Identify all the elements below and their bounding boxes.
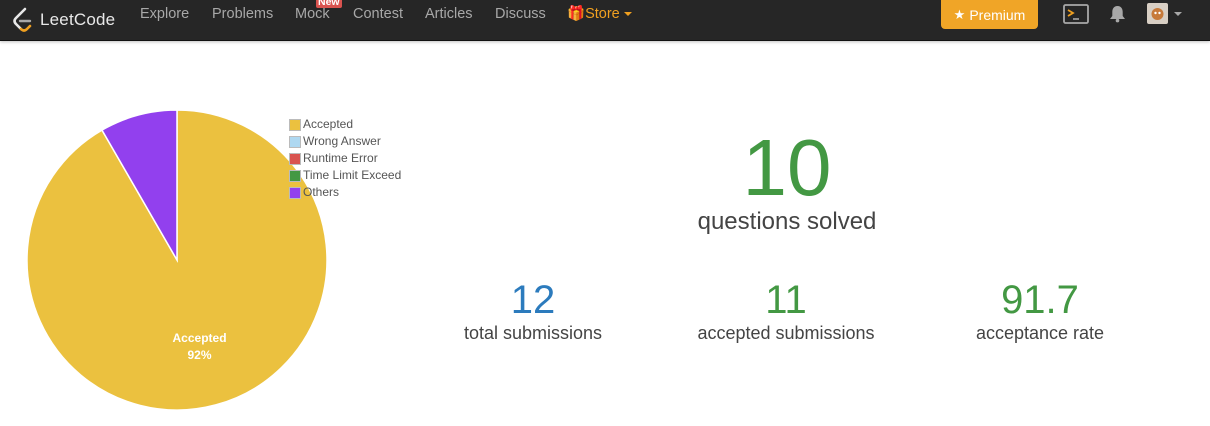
avatar[interactable] [1147,3,1168,24]
total-submissions-count: 12 [510,278,556,322]
nav-mock[interactable]: Mock New [295,0,342,30]
acceptance-rate-value: 91.7 [1001,278,1079,322]
legend-swatch [289,152,301,165]
chevron-down-icon [623,12,632,17]
nav-explore[interactable]: Explore [140,0,189,30]
legend-label: Wrong Answer [303,134,381,148]
questions-solved-count: 10 [742,123,832,212]
legend-item-runtime-error[interactable]: Runtime Error [289,150,401,167]
legend-label: Runtime Error [303,151,378,165]
nav-problems[interactable]: Problems [212,0,273,30]
top-navbar: LeetCode Explore Problems Mock New Conte… [0,0,1210,41]
nav-discuss[interactable]: Discuss [495,0,546,30]
legend-item-wrong-answer[interactable]: Wrong Answer [289,133,401,150]
accepted-submissions-count: 11 [765,278,807,322]
chevron-down-icon[interactable] [1174,12,1182,16]
accepted-submissions-stat: 11 accepted submissions [676,278,896,344]
legend-swatch [289,169,301,182]
acceptance-rate-stat: 91.7 acceptance rate [940,278,1140,344]
logo-text: LeetCode [40,10,116,29]
legend-label: Accepted [303,117,354,131]
premium-button[interactable]: ★ Premium [941,0,1038,29]
gift-icon: 🎁 [567,6,586,22]
questions-solved-label: questions solved [697,208,877,235]
star-icon: ★ [953,6,966,22]
legend-item-time-limit[interactable]: Time Limit Exceed [289,167,401,184]
nav-contest[interactable]: Contest [353,0,403,30]
leetcode-logo[interactable]: LeetCode [12,0,115,40]
bell-icon[interactable] [1109,5,1126,23]
nav-articles[interactable]: Articles [425,0,473,30]
new-badge: New [316,0,342,8]
total-submissions-stat: 12 total submissions [433,278,633,344]
legend-item-others[interactable]: Others [289,184,401,201]
legend-swatch [289,118,301,131]
chart-legend: Accepted Wrong Answer Runtime Error Time… [289,116,401,201]
nav-mock-label: Mock [295,6,330,22]
accepted-submissions-label: accepted submissions [697,323,875,343]
legend-swatch [289,135,301,148]
legend-label: Time Limit Exceed [303,168,402,182]
total-submissions-label: total submissions [463,323,603,343]
avatar-image [1151,8,1164,20]
pie-label-name: Accepted [173,331,227,345]
nav-store-label: Store [585,6,620,22]
legend-item-accepted[interactable]: Accepted [289,116,401,133]
acceptance-rate-label: acceptance rate [975,323,1105,343]
questions-solved-stat: 10 questions solved [667,128,907,236]
pie-label-percent: 92% [188,348,212,362]
leetcode-logo-icon [13,7,32,32]
terminal-icon[interactable] [1063,4,1089,24]
legend-label: Others [303,185,340,199]
legend-swatch [289,186,301,199]
nav-store[interactable]: 🎁Store [567,0,632,30]
premium-label: Premium [969,6,1026,23]
